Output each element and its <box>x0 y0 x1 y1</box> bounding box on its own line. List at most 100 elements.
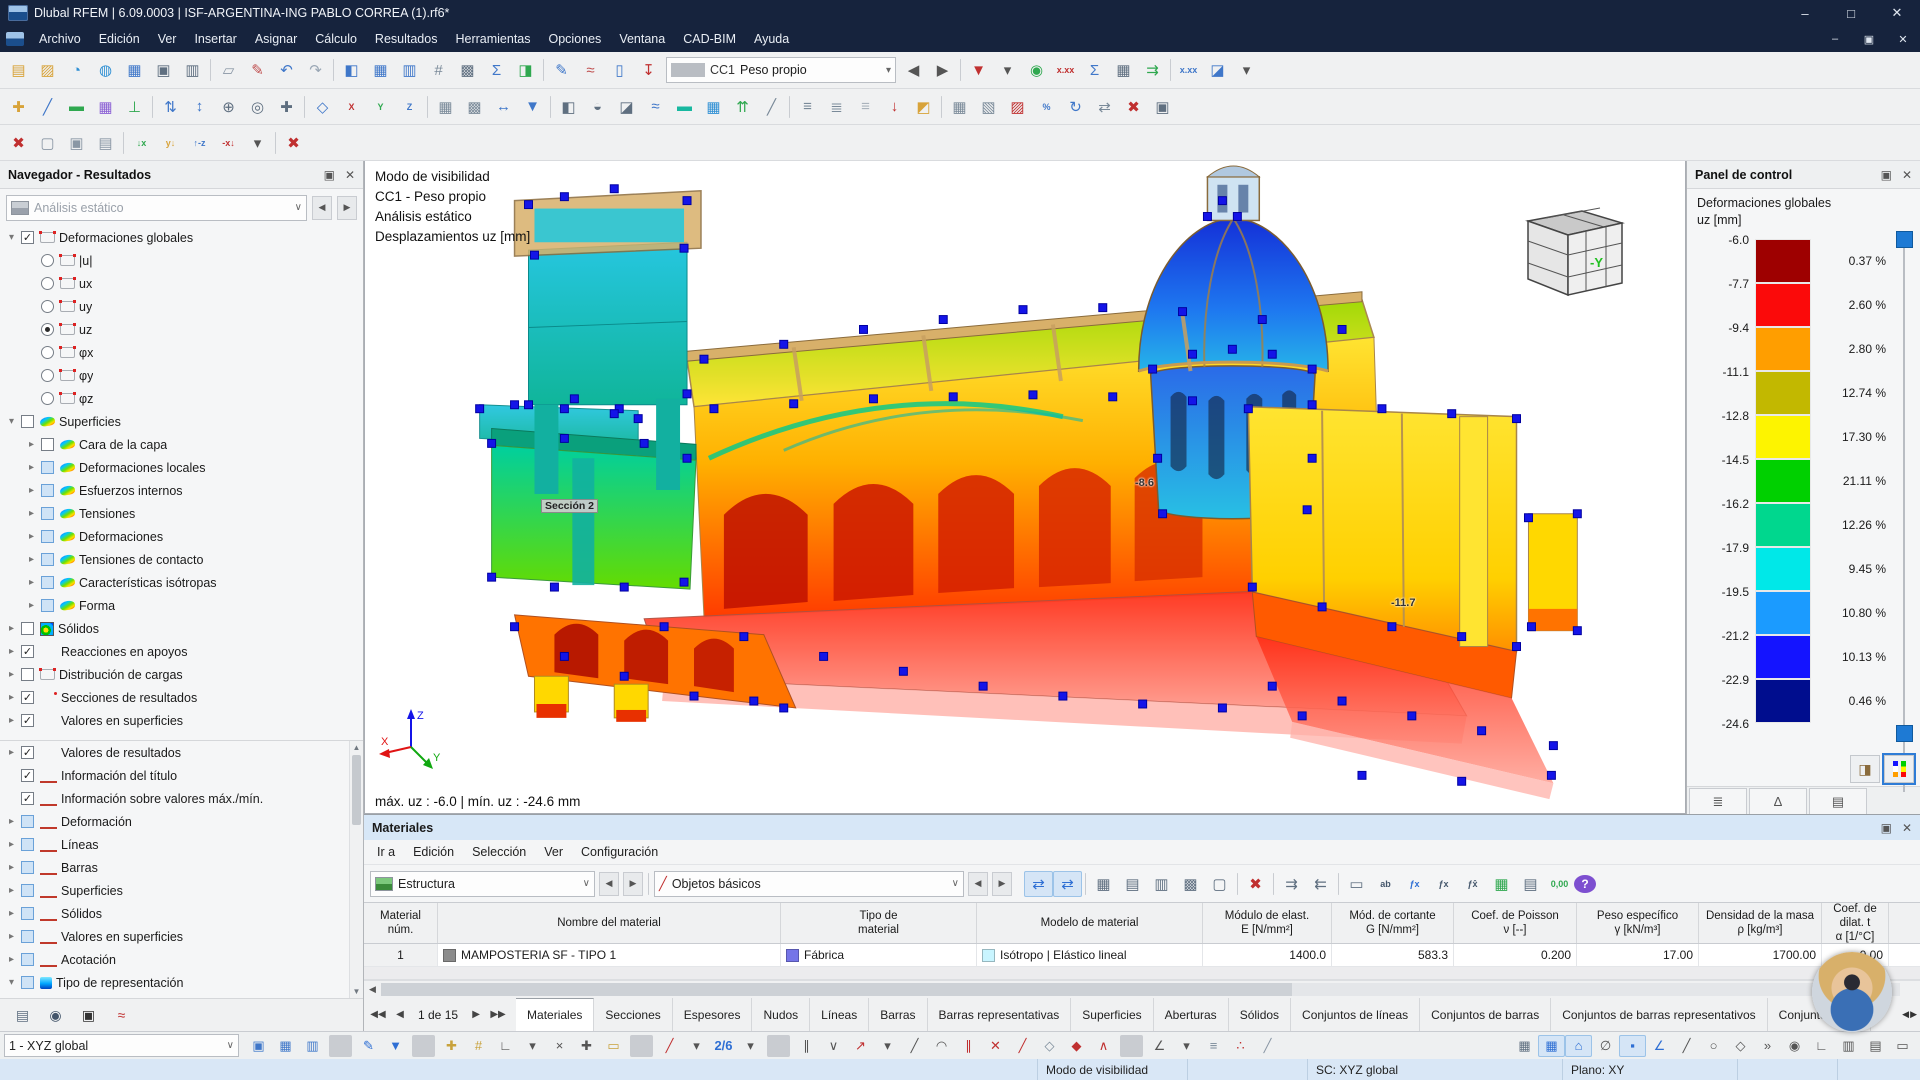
panels-icon[interactable]: ▯ <box>605 57 634 83</box>
print-table-icon[interactable]: ▤ <box>1516 871 1545 897</box>
sep[interactable] <box>275 132 276 154</box>
mdi-minimize-button[interactable]: – <box>1818 26 1852 52</box>
tree-checkbox[interactable] <box>21 769 34 782</box>
menu-item[interactable]: Edición <box>90 32 149 46</box>
fx-check-icon[interactable]: ƒx̂ <box>1458 871 1487 897</box>
dlubal-cloud-icon[interactable]: ◔ <box>62 57 91 83</box>
mesh-settings-icon[interactable]: ▩ <box>460 94 489 120</box>
tab-scroll-left-icon[interactable]: ◀ <box>1902 1009 1909 1020</box>
tangent-caret-icon[interactable]: ▾ <box>874 1035 901 1057</box>
column-header[interactable]: Mód. de cortanteG [N/mm²] <box>1332 903 1454 943</box>
polyline-icon[interactable]: ╱ <box>656 1035 683 1057</box>
float-panel-icon[interactable]: ▣ <box>324 168 335 182</box>
surface-new-icon[interactable]: ▬ <box>62 94 91 120</box>
slope-icon[interactable]: ╱ <box>757 94 786 120</box>
diamond-snap-icon[interactable]: ◇ <box>1727 1035 1754 1057</box>
snap-node-icon[interactable]: ✚ <box>438 1035 465 1057</box>
parallel-lines-icon[interactable]: ∥ <box>793 1035 820 1057</box>
line-gray-icon[interactable]: ╱ <box>1254 1035 1281 1057</box>
table-horizontal-scrollbar[interactable]: ◀ <box>364 980 1920 998</box>
visibility-eye-icon[interactable]: ◉ <box>1781 1035 1808 1057</box>
snap-caret-icon[interactable]: ▾ <box>519 1035 546 1057</box>
prev-table-button[interactable]: ◀ <box>599 872 619 896</box>
tree-item[interactable]: ▸ Deformaciones <box>0 525 363 548</box>
grid-3-icon[interactable]: ▨ <box>1003 94 1032 120</box>
chevron-down-icon[interactable]: ∨ <box>295 202 302 213</box>
box-settings-icon[interactable]: ▣ <box>1148 94 1177 120</box>
tree-checkbox[interactable] <box>21 746 34 759</box>
table-cell[interactable]: 1 <box>364 944 438 966</box>
column-header[interactable]: Materialnúm. <box>364 903 438 943</box>
menu-item[interactable]: Opciones <box>540 32 611 46</box>
divide-icon[interactable]: ╱ <box>1009 1035 1036 1057</box>
prev-result-button[interactable]: ◀ <box>312 196 332 220</box>
panel-bottom-icon[interactable]: ◒ <box>583 94 612 120</box>
minimize-button[interactable]: – <box>1782 0 1828 26</box>
dimension-icon[interactable]: ↔ <box>489 94 518 120</box>
expander-icon[interactable]: ▾ <box>4 232 19 243</box>
solid-new-icon[interactable]: ▦ <box>91 94 120 120</box>
clipping-edit-icon[interactable]: ▣ <box>62 130 91 156</box>
delete-row-icon[interactable]: ✖ <box>1241 871 1270 897</box>
expander-icon[interactable]: ▸ <box>4 954 19 965</box>
table-tab[interactable]: Conjuntos de barras <box>1420 998 1551 1031</box>
circle-snap-icon[interactable]: ○ <box>1700 1035 1727 1057</box>
close-panel-icon[interactable]: ✕ <box>345 168 355 182</box>
render-toggle-icon[interactable]: ▣ <box>245 1035 272 1057</box>
grid-2-icon[interactable]: ▧ <box>974 94 1003 120</box>
tree-checkbox[interactable] <box>21 953 34 966</box>
tree-item[interactable]: ▸ Valores en superficies <box>0 925 349 948</box>
help-icon[interactable]: ? <box>1574 875 1596 893</box>
column-header[interactable]: Módulo de elast.E [N/mm²] <box>1203 903 1332 943</box>
tree-item[interactable]: ▸ Valores en superficies <box>0 709 363 732</box>
expander-icon[interactable]: ▸ <box>4 862 19 873</box>
export-excel-icon[interactable]: ▦ <box>1487 871 1516 897</box>
cycle-icon[interactable]: ↻ <box>1061 94 1090 120</box>
chevron-down-icon[interactable]: ▾ <box>886 65 891 76</box>
menu-item[interactable]: Edición <box>404 840 463 864</box>
tree-item[interactable]: ▸ Tensiones <box>0 502 363 525</box>
axes-icon[interactable]: ∠ <box>1646 1035 1673 1057</box>
tree-item[interactable]: ▸ Secciones de resultados <box>0 686 363 709</box>
column-header[interactable]: Nombre del material <box>438 903 781 943</box>
guidelines-icon[interactable]: » <box>1754 1035 1781 1057</box>
close-button[interactable]: ✕ <box>1874 0 1920 26</box>
view-values-icon[interactable]: x.xx <box>1174 57 1203 83</box>
expander-icon[interactable]: ▸ <box>4 839 19 850</box>
line-dots-icon[interactable]: ∴ <box>1227 1035 1254 1057</box>
render-caret-icon[interactable]: ▾ <box>1232 57 1261 83</box>
tree-checkbox[interactable] <box>21 861 34 874</box>
tree-checkbox[interactable] <box>21 691 34 704</box>
expander-icon[interactable]: ▸ <box>24 600 39 611</box>
layers-icon[interactable]: ▤ <box>1862 1035 1889 1057</box>
tree-checkbox[interactable] <box>41 530 54 543</box>
table-cell[interactable]: Fábrica <box>781 944 977 966</box>
prev-category-button[interactable]: ◀ <box>968 872 988 896</box>
percent-icon[interactable]: % <box>1032 94 1061 120</box>
line-new-icon[interactable]: ╱ <box>33 94 62 120</box>
panel-left-icon[interactable]: ◧ <box>554 94 583 120</box>
tree-item[interactable]: ▸ Forma <box>0 594 363 617</box>
column-header[interactable]: Coef. de dilat. tα [1/°C] <box>1822 903 1889 943</box>
sep[interactable] <box>152 96 153 118</box>
tree-item[interactable]: ▸ Sólidos <box>0 902 349 925</box>
sep[interactable] <box>1170 59 1171 81</box>
jump-neg-z-icon[interactable]: ↑-z <box>185 130 214 156</box>
plane-rect-icon[interactable]: ▭ <box>1889 1035 1916 1057</box>
line-style-1-icon[interactable]: ≡ <box>793 94 822 120</box>
column-header[interactable]: Tipo dematerial <box>781 903 977 943</box>
expander-icon[interactable]: ▾ <box>4 416 19 427</box>
line-number-caret-icon[interactable]: ▾ <box>737 1035 764 1057</box>
tree-checkbox[interactable] <box>41 484 54 497</box>
table-group-combobox[interactable]: Estructura∨ <box>370 871 595 897</box>
expander-icon[interactable]: ▸ <box>4 692 19 703</box>
navigator-toggle-icon[interactable]: ◧ <box>337 57 366 83</box>
tree-item[interactable]: ▸ Acotación <box>0 948 349 971</box>
export-rows-icon[interactable]: ⇇ <box>1306 871 1335 897</box>
scroll-up-icon[interactable]: ▲ <box>350 741 363 754</box>
sep[interactable] <box>304 96 305 118</box>
tree-checkbox[interactable] <box>41 254 54 267</box>
diverging-lines-icon[interactable]: ∨ <box>820 1035 847 1057</box>
tree-item[interactable]: ▾ Tipo de representación <box>0 971 349 994</box>
expander-icon[interactable]: ▸ <box>24 531 39 542</box>
